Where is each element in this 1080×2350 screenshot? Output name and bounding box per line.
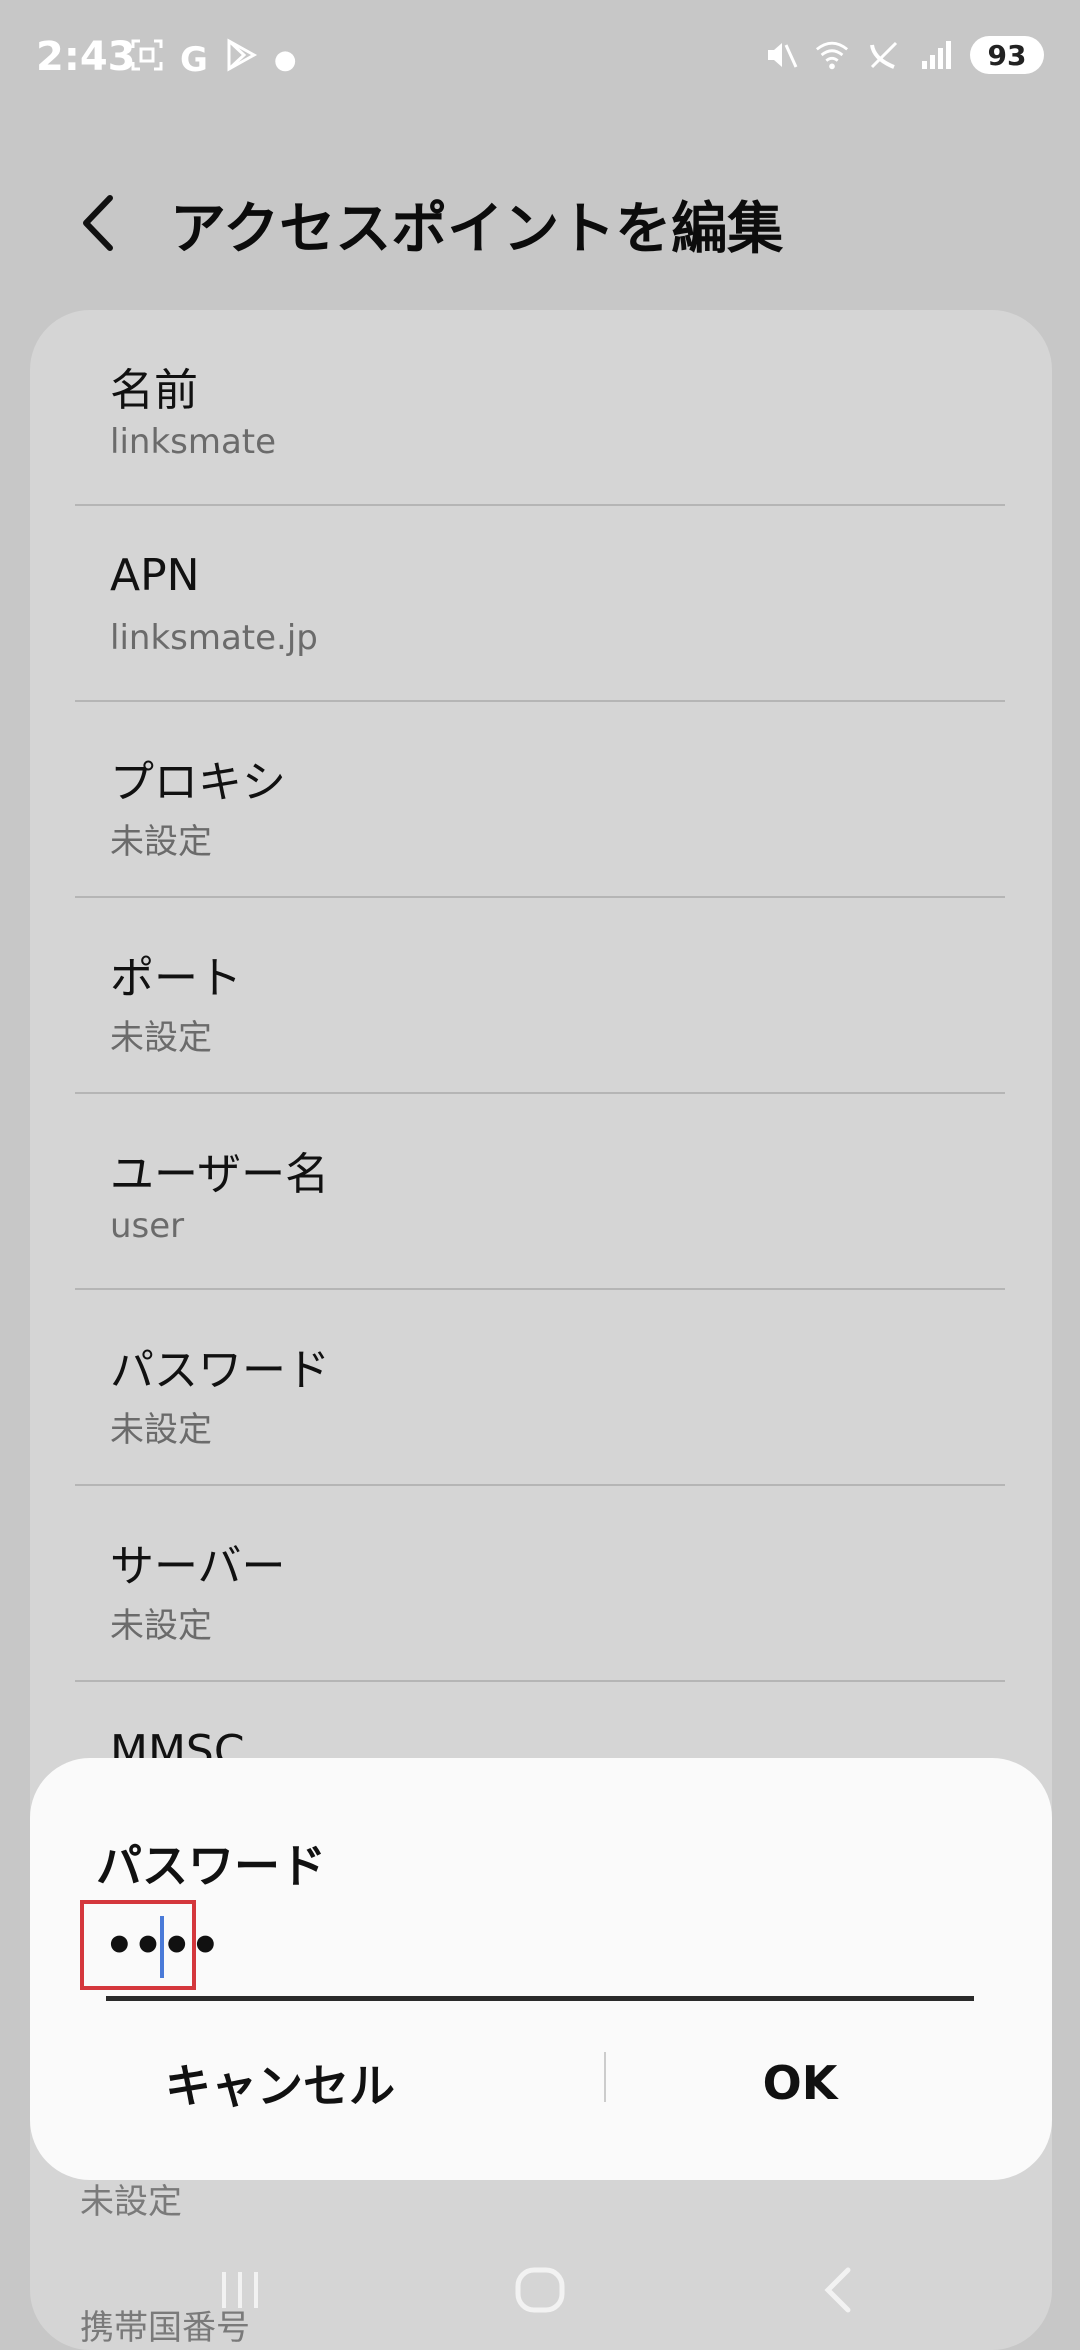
list-item-username[interactable]: ユーザー名 user xyxy=(80,1094,1010,1288)
status-bar: 2:43 G ● 93 xyxy=(0,0,1080,120)
cancel-button[interactable]: キャンセル xyxy=(80,2038,480,2128)
list-item-apn[interactable]: APN linksmate.jp xyxy=(80,506,1010,700)
home-icon xyxy=(515,2267,565,2313)
recents-icon xyxy=(222,2272,258,2308)
list-item-proxy[interactable]: プロキシ 未設定 xyxy=(80,702,1010,896)
item-label: APN xyxy=(110,550,200,601)
list-item-name[interactable]: 名前 linksmate xyxy=(80,310,1010,504)
item-label: プロキシ xyxy=(110,757,286,808)
item-value: 未設定 xyxy=(110,822,212,862)
password-dialog: パスワード •••• キャンセル OK xyxy=(30,1758,1052,2180)
signal-icon xyxy=(918,37,954,73)
play-store-icon xyxy=(224,38,258,81)
google-icon: G xyxy=(180,39,208,80)
mute-icon xyxy=(762,37,798,73)
highlight-box xyxy=(80,1900,196,1990)
list-item-password[interactable]: パスワード 未設定 xyxy=(80,1290,1010,1484)
call-off-icon xyxy=(866,37,902,73)
button-separator xyxy=(604,2052,606,2102)
item-label: パスワード xyxy=(110,1345,330,1396)
password-input[interactable] xyxy=(106,1906,974,2001)
screenshot-icon xyxy=(130,38,164,81)
status-right-icons: 93 xyxy=(762,36,1044,74)
home-button[interactable] xyxy=(500,2250,580,2330)
item-value: linksmate.jp xyxy=(110,618,318,658)
battery-indicator: 93 xyxy=(970,36,1044,74)
item-value-obscured: 未設定 xyxy=(80,2182,182,2222)
back-nav-button[interactable] xyxy=(800,2250,880,2330)
item-value: 未設定 xyxy=(110,1018,212,1058)
wifi-icon xyxy=(814,37,850,73)
item-label: ポート xyxy=(110,953,242,1004)
back-icon xyxy=(824,2267,851,2313)
dialog-title: パスワード xyxy=(96,1839,326,1893)
chevron-left-icon xyxy=(83,195,113,251)
ok-button[interactable]: OK xyxy=(630,2038,970,2128)
page-title: アクセスポイントを編集 xyxy=(170,197,784,262)
recents-button[interactable] xyxy=(200,2250,280,2330)
item-value: linksmate xyxy=(110,422,277,462)
item-label: ユーザー名 xyxy=(110,1149,330,1200)
item-label: サーバー xyxy=(110,1541,286,1592)
back-button[interactable] xyxy=(70,188,130,258)
dot-icon: ● xyxy=(273,44,297,75)
status-left-icons: G ● xyxy=(130,38,297,81)
navigation-bar xyxy=(0,2230,1080,2340)
item-value: 未設定 xyxy=(110,1606,212,1646)
item-value: 未設定 xyxy=(110,1410,212,1450)
list-item-port[interactable]: ポート 未設定 xyxy=(80,898,1010,1092)
list-item-server[interactable]: サーバー 未設定 xyxy=(80,1486,1010,1680)
header: アクセスポイントを編集 xyxy=(0,170,1080,270)
item-value: user xyxy=(110,1206,185,1246)
item-label: 名前 xyxy=(110,365,198,416)
status-time: 2:43 xyxy=(36,34,136,80)
